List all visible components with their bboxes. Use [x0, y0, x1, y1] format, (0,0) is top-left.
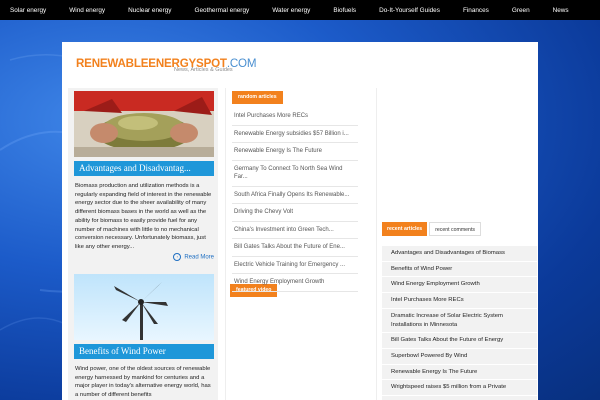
- random-articles-tab[interactable]: random articles: [232, 91, 283, 104]
- random-articles-list: Intel Purchases More RECs Renewable Ener…: [232, 108, 358, 292]
- post-card-biomass: Advantages and Disadvantag... Biomass pr…: [74, 91, 214, 261]
- list-item[interactable]: China's Investment into Green Tech...: [232, 222, 358, 239]
- list-item[interactable]: South Africa Finally Opens Its Renewable…: [232, 187, 358, 204]
- list-item[interactable]: Dramatic Increase of Solar Electric Syst…: [382, 309, 537, 334]
- nav-item-wind-energy[interactable]: Wind energy: [69, 7, 105, 14]
- post-excerpt-biomass: Biomass production and utilization metho…: [75, 183, 212, 250]
- nav-item-green[interactable]: Green: [512, 7, 530, 14]
- post-title-biomass[interactable]: Advantages and Disadvantag...: [74, 161, 214, 176]
- list-item[interactable]: Renewable Energy subsidies $57 Billion i…: [232, 126, 358, 143]
- list-item[interactable]: Bill Gates Talks About the Future of Ene…: [232, 239, 358, 257]
- list-item[interactable]: Wrightspeed raises $5 million from a Pri…: [382, 380, 537, 397]
- read-more-label: Read More: [184, 254, 214, 261]
- featured-posts-column: Advantages and Disadvantag... Biomass pr…: [68, 88, 218, 400]
- read-more-link[interactable]: › Read More: [74, 252, 214, 261]
- list-item[interactable]: Wind Energy Employment Growth: [382, 277, 537, 294]
- list-item[interactable]: Germany To Connect To North Sea Wind Far…: [232, 161, 358, 187]
- logo-tagline: News, Articles & Guides: [174, 67, 233, 73]
- tab-recent-comments[interactable]: recent comments: [429, 222, 481, 236]
- list-item[interactable]: Benefits of Wind Power: [382, 262, 537, 278]
- site-logo[interactable]: RENEWABLEENERGYSPOT.COM News, Articles &…: [76, 54, 257, 73]
- post-title-wind-power[interactable]: Benefits of Wind Power: [74, 344, 214, 359]
- list-item[interactable]: Intel Purchases More RECs: [232, 108, 358, 126]
- nav-item-solar-energy[interactable]: Solar energy: [10, 7, 46, 14]
- arrow-right-icon: ›: [173, 252, 182, 261]
- list-item[interactable]: Renewable Energy Is The Future: [232, 143, 358, 161]
- list-item[interactable]: Electric Vehicle Training for Emergency …: [232, 257, 358, 274]
- post-thumbnail-biomass[interactable]: [74, 91, 214, 157]
- nav-item-nuclear-energy[interactable]: Nuclear energy: [128, 7, 171, 14]
- list-item[interactable]: Wind Energy Employment Growth: [232, 274, 358, 292]
- nav-item-diy-guides[interactable]: Do-It-Yourself Guides: [379, 7, 440, 14]
- post-card-wind-power: Benefits of Wind Power Wind power, one o…: [74, 274, 214, 400]
- nav-item-news[interactable]: News: [553, 7, 569, 14]
- nav-item-geothermal-energy[interactable]: Geothermal energy: [194, 7, 249, 14]
- nav-item-finances[interactable]: Finances: [463, 7, 489, 14]
- list-item[interactable]: Intel Purchases More RECs: [382, 293, 537, 309]
- nav-item-water-energy[interactable]: Water energy: [272, 7, 310, 14]
- list-item[interactable]: Bill Gates Talks About the Future of Ene…: [382, 333, 537, 349]
- list-item[interactable]: Superbowl Powered By Wind: [382, 349, 537, 365]
- logo-text-renewable: RENEWABLE: [76, 57, 149, 70]
- list-item[interactable]: Renewable Energy Is The Future: [382, 365, 537, 381]
- nav-item-biofuels[interactable]: Biofuels: [333, 7, 356, 14]
- recent-tabs: recent articles recent comments: [382, 222, 483, 236]
- recent-articles-list: Advantages and Disadvantages of Biomass …: [382, 246, 537, 400]
- top-nav: Solar energy Wind energy Nuclear energy …: [0, 0, 600, 20]
- post-excerpt-wind-power: Wind power, one of the oldest sources of…: [75, 366, 211, 399]
- post-thumbnail-wind-turbine[interactable]: [74, 274, 214, 340]
- list-item[interactable]: Advantages and Disadvantages of Biomass: [382, 246, 537, 262]
- list-item[interactable]: Driving the Chevy Volt: [232, 204, 358, 222]
- tab-recent-articles[interactable]: recent articles: [382, 222, 428, 236]
